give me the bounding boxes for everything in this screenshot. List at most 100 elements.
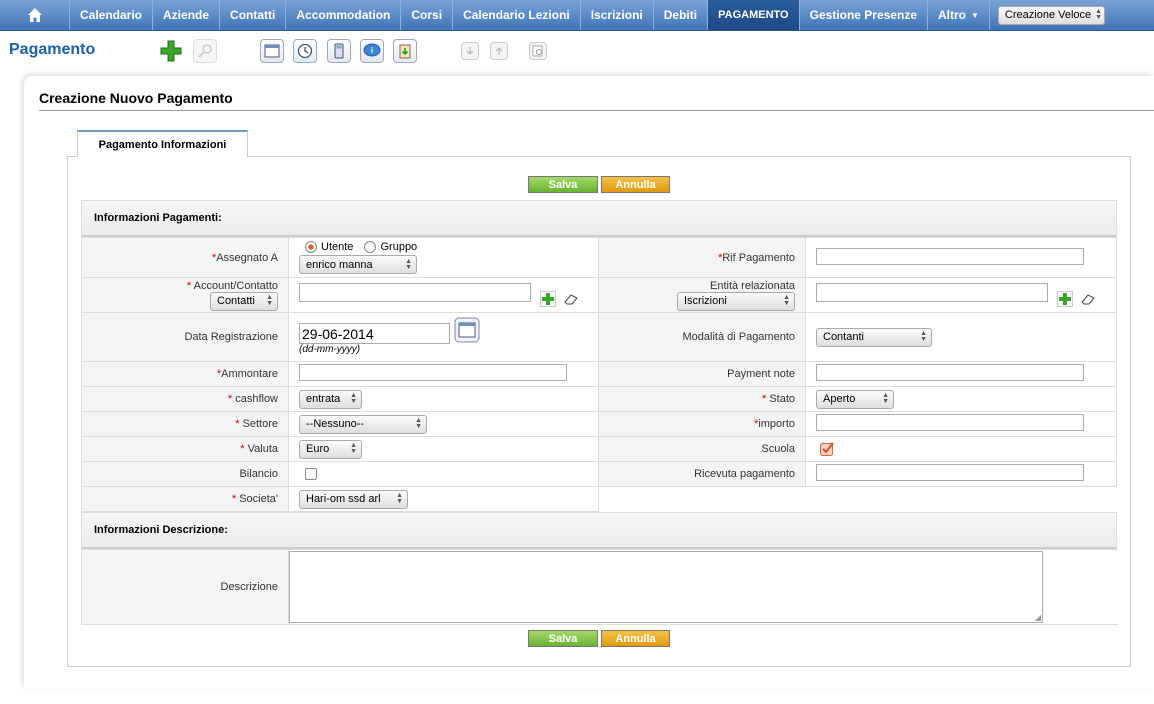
eraser-icon[interactable] <box>563 293 579 305</box>
resize-handle-icon: ◢ <box>1034 613 1041 622</box>
field-value: entrata ▲ ▼ <box>288 386 599 412</box>
field-value: 29-06-2014 (dd-mm-yyyy) <box>288 312 599 362</box>
clock-button[interactable] <box>293 39 317 63</box>
field-label: * Settore <box>81 411 289 437</box>
tab-iscrizioni[interactable]: Iscrizioni <box>581 0 654 30</box>
select-arrows-icon: ▲ ▼ <box>920 330 927 343</box>
label-related-entity: Entità relazionata <box>710 279 795 292</box>
payment-ref-input[interactable] <box>816 247 1084 265</box>
import-down-button[interactable] <box>461 42 479 60</box>
related-entity-input[interactable] <box>816 282 1048 302</box>
field-value <box>288 361 599 387</box>
create-button[interactable] <box>159 39 183 63</box>
account-type-value: Contatti <box>217 295 255 307</box>
select-arrows-icon: ▲ ▼ <box>1095 8 1103 21</box>
account-type-select[interactable]: Contatti ▲ ▼ <box>210 291 278 311</box>
calculator-button[interactable] <box>327 39 351 63</box>
cashflow-select[interactable]: entrata ▲ ▼ <box>299 389 362 409</box>
label-company: Societa' <box>239 493 278 505</box>
description-textarea[interactable]: ◢ <box>289 551 1043 623</box>
calculator-icon <box>334 43 344 59</box>
description-table: Descrizione ◢ <box>81 549 1118 625</box>
home-icon <box>27 8 42 22</box>
field-value <box>288 277 599 313</box>
save-button-bottom[interactable]: Salva <box>528 630 598 647</box>
table-row: *Assegnato A Utente Gruppo enrico manna ▲… <box>81 237 1117 278</box>
field-value: ◢ <box>288 549 1118 625</box>
add-icon[interactable] <box>1057 291 1074 308</box>
tab-contatti[interactable]: Contatti <box>220 0 287 30</box>
cancel-button-top[interactable]: Annulla <box>601 176 670 193</box>
cancel-button-bottom[interactable]: Annulla <box>601 630 670 647</box>
empty-cell <box>599 487 806 512</box>
sector-select[interactable]: --Nessuno-- ▲ ▼ <box>299 414 427 434</box>
table-row: * cashflow entrata ▲ ▼ * Stato Aperto ▲ ▼ <box>81 386 1117 412</box>
chat-bubble-icon: i <box>363 43 381 57</box>
assigned-user-select[interactable]: enrico manna ▲ ▼ <box>299 255 417 275</box>
tab-accommodation[interactable]: Accommodation <box>286 0 402 30</box>
payment-note-input[interactable] <box>816 364 1084 381</box>
tab-corsi[interactable]: Corsi <box>401 0 454 30</box>
related-entity-type-select[interactable]: Iscrizioni ▲ ▼ <box>677 291 795 311</box>
section-header-description: Informazioni Descrizione: <box>81 512 1117 549</box>
find-duplicates-button[interactable] <box>529 42 547 60</box>
home-button[interactable] <box>0 0 70 30</box>
tab-debiti[interactable]: Debiti <box>654 0 709 30</box>
calendar-button[interactable] <box>260 39 284 63</box>
company-select[interactable]: Hari-om ssd arl ▲ ▼ <box>299 489 408 509</box>
field-label: * Societa' <box>81 486 289 512</box>
tab-altro[interactable]: Altro ▼ <box>928 0 990 30</box>
school-checkbox[interactable] <box>820 442 834 456</box>
quick-create-value: Creazione Veloce <box>1004 9 1092 21</box>
payment-mode-select[interactable]: Contanti ▲ ▼ <box>816 327 932 347</box>
tab-pagamento-informazioni[interactable]: Pagamento Informazioni <box>77 130 248 157</box>
table-row: Data Registrazione 29-06-2014 (dd-mm-yyy… <box>81 312 1117 362</box>
quick-create-select[interactable]: Creazione Veloce ▲ ▼ <box>997 5 1105 25</box>
form-container: Salva Annulla Informazioni Pagamenti: *A… <box>67 156 1131 667</box>
save-button-top[interactable]: Salva <box>528 176 598 193</box>
chat-button[interactable]: i <box>360 39 384 63</box>
divider <box>39 110 1154 111</box>
importo-input[interactable] <box>816 414 1084 431</box>
empty-cell <box>806 487 1117 512</box>
related-entity-type-value: Iscrizioni <box>684 295 727 307</box>
assigned-user-value: enrico manna <box>306 258 373 271</box>
tab-aziende[interactable]: Aziende <box>153 0 221 30</box>
search-disabled-button[interactable] <box>193 39 217 63</box>
date-format-hint: (dd-mm-yyyy) <box>299 344 361 355</box>
label-status: Stato <box>769 393 795 405</box>
select-arrows-icon: ▲ ▼ <box>350 392 357 405</box>
import-button[interactable] <box>393 39 417 63</box>
field-value: Aperto ▲ ▼ <box>805 386 1117 412</box>
field-label: * Stato <box>598 386 806 412</box>
label-payment-ref: Rif Pagamento <box>722 251 795 264</box>
arrow-down-icon <box>466 47 474 55</box>
tab-pagamento[interactable]: PAGAMENTO <box>708 0 800 30</box>
clipboard-icon <box>399 44 411 59</box>
label-currency: Valuta <box>247 443 278 455</box>
currency-select[interactable]: Euro ▲ ▼ <box>299 439 362 459</box>
tab-calendario[interactable]: Calendario <box>70 0 154 30</box>
calendar-icon <box>264 44 280 58</box>
balance-checkbox[interactable] <box>305 468 317 481</box>
radio-group[interactable] <box>364 241 377 254</box>
calendar-icon[interactable] <box>454 317 480 343</box>
sector-value: --Nessuno-- <box>306 418 365 430</box>
plus-icon <box>160 40 182 62</box>
eraser-icon[interactable] <box>1080 293 1096 305</box>
tab-gestione-presenze[interactable]: Gestione Presenze <box>800 0 928 30</box>
radio-user[interactable] <box>305 241 317 254</box>
top-navigation-bar: Calendario Aziende Contatti Accommodatio… <box>0 0 1154 31</box>
status-select[interactable]: Aperto ▲ ▼ <box>816 389 894 409</box>
label-assigned-to: Assegnato A <box>216 251 278 264</box>
field-value: Euro ▲ ▼ <box>288 436 599 462</box>
add-icon[interactable] <box>540 291 557 308</box>
field-label: * Valuta <box>81 436 289 462</box>
registration-date-input[interactable]: 29-06-2014 <box>299 323 450 344</box>
account-contact-input[interactable] <box>299 282 531 302</box>
label-receipt: Ricevuta pagamento <box>694 468 795 480</box>
export-up-button[interactable] <box>490 42 508 60</box>
tab-calendario-lezioni[interactable]: Calendario Lezioni <box>453 0 581 30</box>
amount-input[interactable] <box>299 364 567 381</box>
receipt-input[interactable] <box>816 464 1084 481</box>
